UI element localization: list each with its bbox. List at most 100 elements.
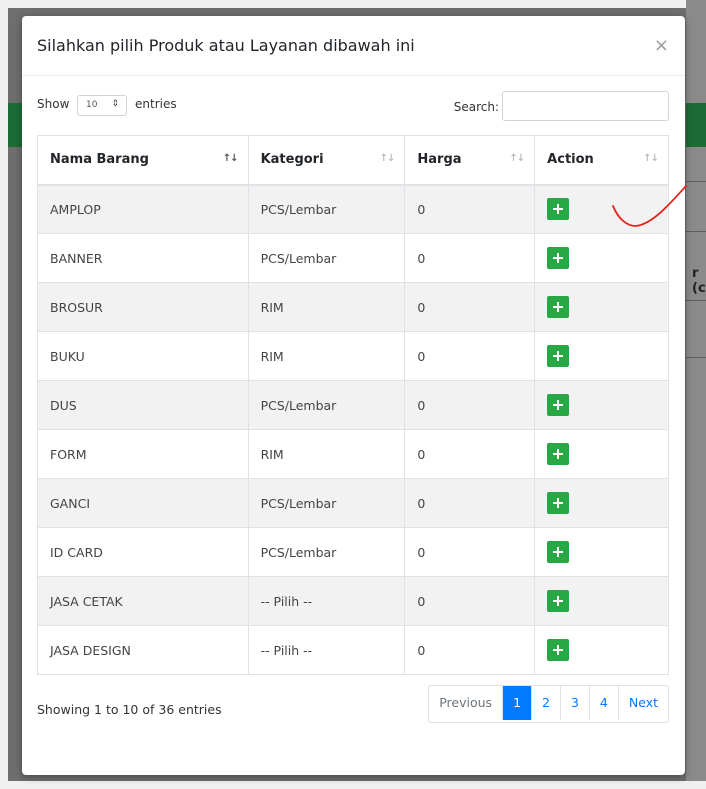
cell-name: FORM [37, 429, 249, 479]
modal-title: Silahkan pilih Produk atau Layanan dibaw… [37, 36, 415, 55]
table-row: ID CARD PCS/Lembar 0 [37, 527, 669, 577]
cell-category: PCS/Lembar [247, 478, 406, 528]
table-row: BANNER PCS/Lembar 0 [37, 233, 669, 283]
cell-price: 0 [404, 429, 536, 479]
cell-action [534, 331, 669, 381]
cell-category: PCS/Lembar [247, 380, 406, 430]
background-divider [686, 300, 706, 301]
cell-price: 0 [404, 478, 536, 528]
table-info: Showing 1 to 10 of 36 entries [37, 702, 222, 717]
modal-header: Silahkan pilih Produk atau Layanan dibaw… [22, 16, 685, 76]
cell-category: PCS/Lembar [247, 233, 406, 283]
add-item-button[interactable] [547, 198, 570, 221]
table-row: AMPLOP PCS/Lembar 0 [37, 184, 669, 234]
add-item-button[interactable] [547, 345, 570, 367]
cell-name: JASA CETAK [37, 576, 249, 626]
sort-icon: ↑↓ [379, 153, 396, 164]
table-row: BUKU RIM 0 [37, 331, 669, 381]
add-item-button[interactable] [547, 590, 570, 612]
search-label: Search: [453, 100, 499, 114]
cell-category: -- Pilih -- [247, 576, 406, 626]
cell-name: ID CARD [37, 527, 249, 577]
cell-price: 0 [404, 331, 536, 381]
cell-action [534, 282, 669, 332]
red-checkmark-annotation [612, 185, 687, 227]
pagination-page-4[interactable]: 4 [588, 686, 618, 720]
cell-price: 0 [404, 184, 536, 234]
select-arrows-icon: ⇕ [111, 99, 119, 109]
cell-category: RIM [247, 429, 406, 479]
background-header-bar [686, 103, 706, 147]
column-header-label: Action [547, 152, 594, 168]
column-header-harga[interactable]: Harga ↑↓ [404, 135, 536, 186]
background-top [0, 0, 706, 8]
cell-category: -- Pilih -- [247, 625, 406, 675]
cell-action [534, 625, 669, 675]
column-header-label: Nama Barang [50, 152, 149, 168]
page-size-value: 10 [86, 100, 98, 110]
table-row: GANCI PCS/Lembar 0 [37, 478, 669, 528]
cell-price: 0 [404, 576, 536, 626]
table-row: JASA CETAK -- Pilih -- 0 [37, 576, 669, 626]
cell-name: AMPLOP [37, 184, 249, 234]
close-icon[interactable]: × [654, 35, 669, 56]
pagination-page-2[interactable]: 2 [531, 686, 560, 720]
sort-icon: ↑↓ [509, 153, 525, 164]
search-input[interactable] [502, 91, 669, 121]
add-item-button[interactable] [547, 639, 570, 661]
cell-category: PCS/Lembar [247, 527, 406, 577]
cell-price: 0 [404, 233, 536, 283]
cell-name: GANCI [37, 478, 249, 528]
pagination-next[interactable]: Next [617, 686, 668, 720]
sort-icon: ↑↓ [643, 153, 659, 164]
cell-name: BROSUR [37, 282, 249, 332]
cell-action [534, 527, 669, 577]
add-item-button[interactable] [547, 492, 570, 514]
cell-category: RIM [247, 282, 406, 332]
add-item-button[interactable] [547, 394, 570, 416]
table-row: BROSUR RIM 0 [37, 282, 669, 332]
cell-name: JASA DESIGN [37, 625, 249, 675]
sort-icon: ↑↓ [222, 153, 239, 164]
cell-name: DUS [37, 380, 249, 430]
cell-action [534, 429, 669, 479]
background-partial-text: r (c [692, 266, 706, 296]
product-select-modal: Silahkan pilih Produk atau Layanan dibaw… [22, 16, 685, 775]
column-header-nama-barang[interactable]: Nama Barang ↑↓ [37, 135, 249, 186]
cell-category: RIM [247, 331, 406, 381]
pagination-previous[interactable]: Previous [429, 686, 502, 720]
pagination-page-3[interactable]: 3 [559, 686, 589, 720]
cell-name: BANNER [37, 233, 249, 283]
column-header-action[interactable]: Action ↑↓ [534, 135, 669, 186]
column-header-label: Harga [417, 152, 462, 168]
background-header-bar-left [8, 103, 22, 147]
table-controls: Show 10 ⇕ entries Search: [37, 89, 669, 121]
show-label: Show [37, 97, 70, 111]
add-item-button[interactable] [547, 541, 570, 563]
table-row: DUS PCS/Lembar 0 [37, 380, 669, 430]
page-size-select[interactable]: 10 ⇕ [77, 95, 127, 116]
cell-price: 0 [404, 282, 536, 332]
add-item-button[interactable] [547, 247, 570, 269]
table-row: FORM RIM 0 [37, 429, 669, 479]
table-row: JASA DESIGN -- Pilih -- 0 [37, 625, 669, 675]
cell-price: 0 [404, 625, 536, 675]
entries-label: entries [135, 97, 177, 111]
add-item-button[interactable] [547, 296, 570, 318]
table-header-row: Nama Barang ↑↓ Kategori ↑↓ Harga ↑↓ Action ↑… [37, 135, 669, 186]
pagination: Previous 1 2 3 4 Next [428, 685, 669, 723]
cell-category: PCS/Lembar [247, 184, 406, 234]
cell-price: 0 [404, 380, 536, 430]
pagination-page-1[interactable]: 1 [502, 686, 532, 720]
background-bottom [0, 781, 706, 789]
background-divider [686, 357, 706, 358]
column-header-label: Kategori [260, 152, 324, 168]
products-table: Nama Barang ↑↓ Kategori ↑↓ Harga ↑↓ Action ↑… [37, 135, 669, 675]
add-item-button[interactable] [547, 443, 570, 465]
cell-name: BUKU [37, 331, 249, 381]
cell-action [534, 380, 669, 430]
column-header-kategori[interactable]: Kategori ↑↓ [247, 135, 406, 186]
cell-price: 0 [404, 527, 536, 577]
cell-action [534, 478, 669, 528]
cell-action [534, 233, 669, 283]
